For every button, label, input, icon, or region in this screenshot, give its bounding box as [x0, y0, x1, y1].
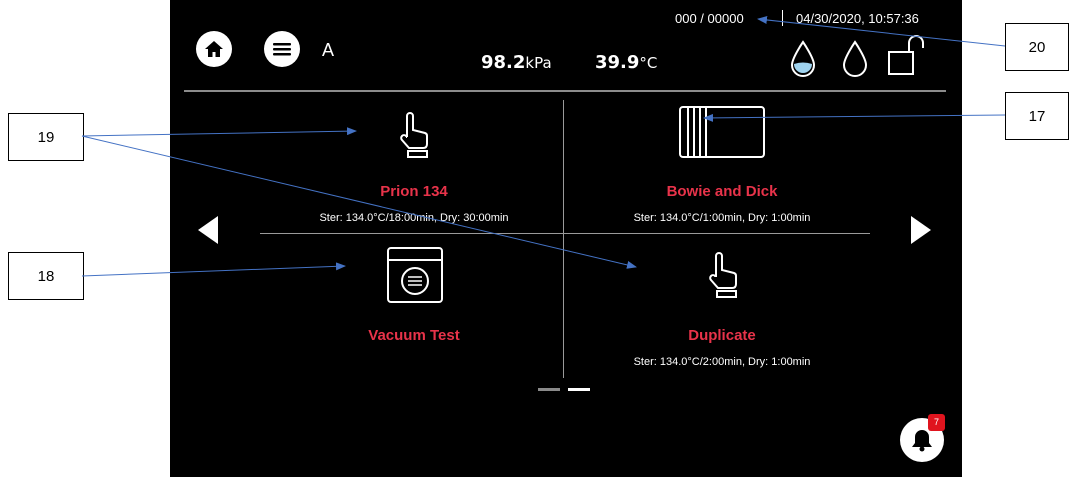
callout-label: 18 [8, 252, 84, 300]
device-screen: A 000 / 00000 04/30/2020, 10:57:36 98.2k… [170, 0, 962, 477]
temperature-reading: 39.9°C [595, 52, 657, 73]
next-page-arrow[interactable] [911, 216, 931, 244]
temperature-unit: °C [639, 54, 658, 72]
water-drop-filled-icon[interactable] [790, 40, 816, 78]
pressure-value: 98.2 [481, 52, 526, 73]
temperature-value: 39.9 [595, 52, 640, 73]
pressure-reading: 98.2kPa [481, 52, 552, 73]
program-params: Ster: 134.0°C/1:00min, Dry: 1:00min [633, 212, 811, 224]
notification-count-badge: 7 [928, 414, 945, 431]
water-drop-empty-icon[interactable] [842, 40, 868, 78]
callout-label: 20 [1005, 23, 1069, 71]
header-separator [782, 10, 783, 26]
hand-pointer-icon [400, 112, 428, 158]
page-indicator-2[interactable] [568, 388, 590, 391]
callout-label: 19 [8, 113, 84, 161]
home-button[interactable] [196, 31, 232, 67]
program-params: Ster: 134.0°C/18:00min, Dry: 30:00min [319, 212, 509, 224]
pressure-unit: kPa [525, 54, 552, 72]
home-icon [205, 41, 223, 57]
menu-icon [273, 43, 291, 56]
page-indicator-1[interactable] [538, 388, 560, 391]
program-title: Vacuum Test [368, 327, 460, 344]
program-params: Ster: 134.0°C/2:00min, Dry: 1:00min [633, 356, 811, 368]
callout-label: 17 [1005, 92, 1069, 140]
test-pack-icon [679, 106, 765, 158]
hand-pointer-icon [709, 252, 737, 298]
mode-label: A [322, 40, 335, 60]
date-time: 04/30/2020, 10:57:36 [796, 11, 919, 26]
menu-button[interactable] [264, 31, 300, 67]
bell-icon [912, 430, 932, 452]
program-title: Bowie and Dick [666, 183, 778, 200]
program-title: Prion 134 [380, 183, 448, 200]
previous-page-arrow[interactable] [198, 216, 218, 244]
chamber-icon [387, 247, 443, 303]
program-title: Duplicate [688, 327, 756, 344]
header-divider [184, 90, 946, 92]
cycle-counter: 000 / 00000 [675, 11, 744, 26]
unlock-icon[interactable] [886, 32, 926, 78]
grid-divider-horizontal [260, 233, 870, 234]
